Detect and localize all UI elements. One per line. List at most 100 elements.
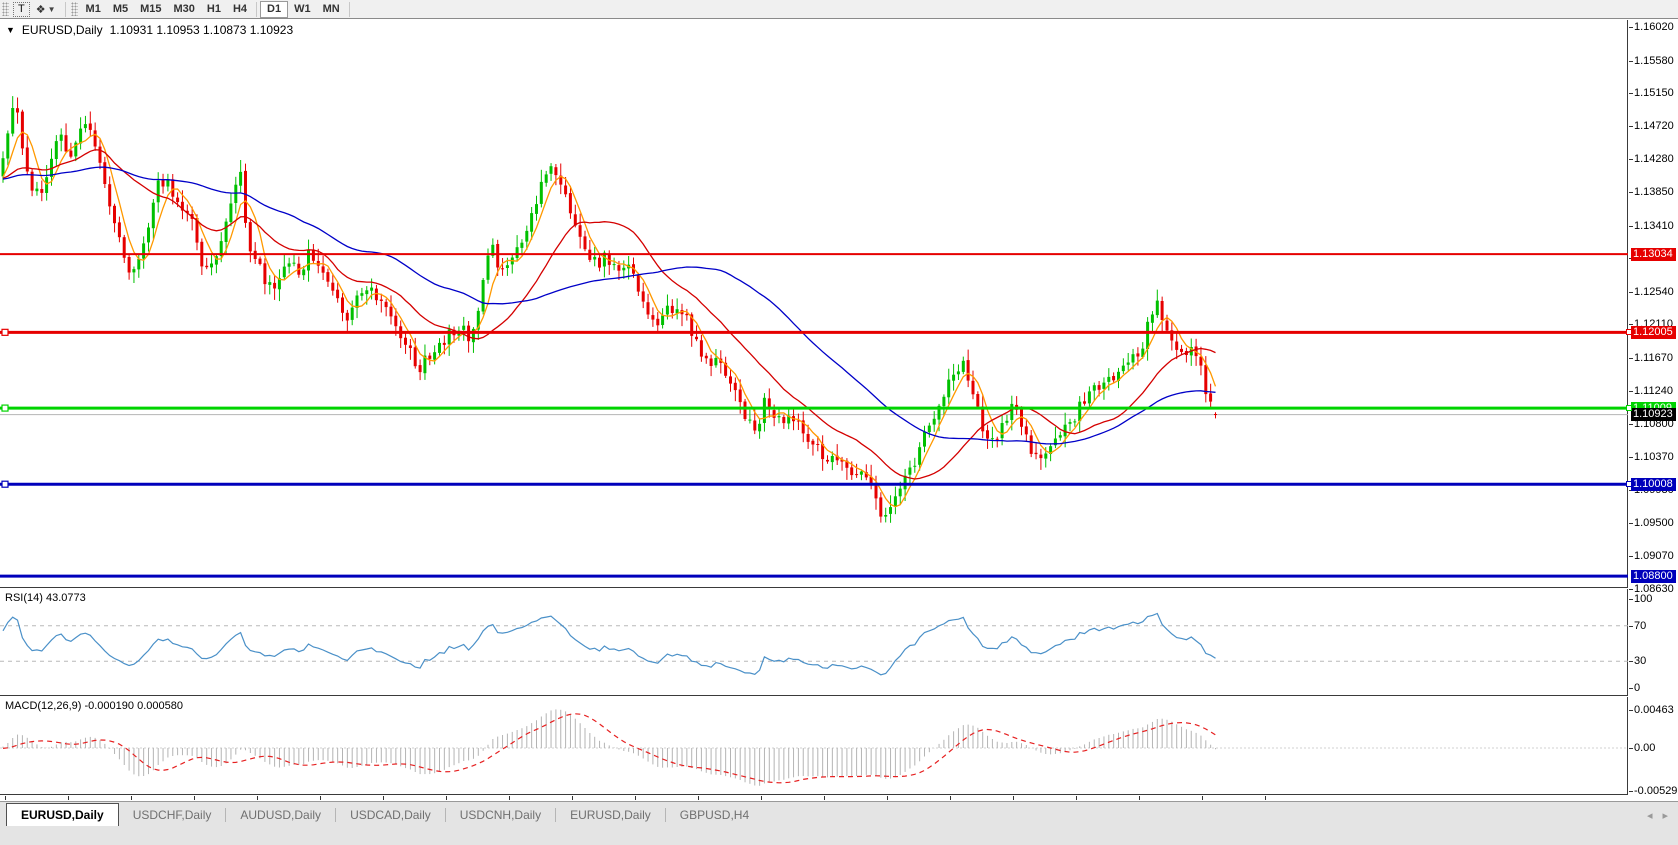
axis-tick [1629, 192, 1633, 193]
rsi-line-chart[interactable] [0, 589, 1628, 696]
date-tick [698, 796, 699, 800]
date-tick [194, 796, 195, 800]
axis-tick [1629, 61, 1633, 62]
chart-window: ▼ EURUSD,Daily 1.10931 1.10953 1.10873 1… [0, 19, 1678, 820]
price-tick-label: 1.13410 [1634, 220, 1674, 232]
level-marker[interactable] [1626, 329, 1632, 335]
date-tick [1076, 796, 1077, 800]
axis-tick [1629, 626, 1633, 627]
axis-tick [1629, 126, 1633, 127]
tab-scroll-left-icon[interactable]: ◂ [1647, 809, 1653, 822]
date-tick [1265, 796, 1266, 800]
axis-tick [1629, 292, 1633, 293]
toolbar-grip[interactable] [71, 2, 78, 16]
timeframe-button-m5[interactable]: M5 [107, 1, 134, 18]
timeframe-button-m30[interactable]: M30 [168, 1, 201, 18]
axis-tick [1629, 424, 1633, 425]
axis-tick [1629, 159, 1633, 160]
macd-tick-label: 0.00 [1634, 742, 1655, 754]
date-tick [761, 796, 762, 800]
toolbar-separator [65, 2, 66, 17]
axis-tick [1629, 523, 1633, 524]
axis-tick [1629, 391, 1633, 392]
timeframe-toolbar: T ❖ ▼ M1M5M15M30H1H4 D1W1MN [0, 0, 1678, 19]
axis-tick [1629, 791, 1633, 792]
axis-tick [1629, 556, 1633, 557]
price-axis[interactable]: 1.160201.155801.151501.147201.142801.138… [1629, 20, 1678, 795]
date-tick [257, 796, 258, 800]
timeframe-button-h1[interactable]: H1 [201, 1, 227, 18]
date-tick [1013, 796, 1014, 800]
chevron-down-icon: ▼ [48, 5, 56, 14]
axis-tick [1629, 710, 1633, 711]
date-tick [950, 796, 951, 800]
axis-tick [1629, 589, 1633, 590]
cursor-tool-icon: ❖ [36, 3, 46, 16]
timeframe-buttons: M1M5M15M30H1H4 D1W1MN [80, 1, 353, 18]
axis-tick [1629, 688, 1633, 689]
date-tick [1202, 796, 1203, 800]
rsi-tick-label: 100 [1634, 593, 1652, 605]
level-price-label: 1.08800 [1631, 570, 1676, 583]
chart-tab-gbpusd-h4[interactable]: GBPUSD,H4 [666, 803, 763, 826]
chart-tab-eurusd-daily[interactable]: EURUSD,Daily [556, 803, 665, 826]
axis-tick [1629, 226, 1633, 227]
chart-symbol-label: EURUSD,Daily [22, 23, 103, 37]
chart-tab-bar: EURUSD,DailyUSDCHF,DailyAUDUSD,DailyUSDC… [0, 801, 1678, 845]
date-tick [320, 796, 321, 800]
timeframe-button-mn[interactable]: MN [317, 1, 346, 18]
timeframe-button-m1[interactable]: M1 [80, 1, 107, 18]
cursor-tool-button[interactable]: ❖ ▼ [30, 1, 62, 18]
level-marker[interactable] [1626, 405, 1632, 411]
toolbar-separator [349, 2, 350, 17]
timeframe-button-d1[interactable]: D1 [260, 1, 288, 18]
chart-tab-audusd-daily[interactable]: AUDUSD,Daily [226, 803, 335, 826]
toolbar-grip[interactable] [2, 2, 9, 16]
axis-tick [1629, 27, 1633, 28]
chart-tab-usdchf-daily[interactable]: USDCHF,Daily [119, 803, 226, 826]
date-tick [131, 796, 132, 800]
price-tick-label: 1.09500 [1634, 517, 1674, 529]
timeframe-button-w1[interactable]: W1 [288, 1, 317, 18]
chart-tab-eurusd-daily[interactable]: EURUSD,Daily [6, 803, 119, 826]
price-tick-label: 1.09070 [1634, 550, 1674, 562]
price-tick-label: 1.15150 [1634, 87, 1674, 99]
chart-ohlc-values: 1.10931 1.10953 1.10873 1.10923 [110, 23, 294, 37]
date-tick [446, 796, 447, 800]
current-price-label: 1.10923 [1631, 408, 1676, 421]
rsi-label: RSI(14) 43.0773 [5, 592, 86, 604]
level-marker[interactable] [1626, 481, 1632, 487]
chart-tab-usdcad-daily[interactable]: USDCAD,Daily [336, 803, 445, 826]
price-chart-pane[interactable] [0, 20, 1628, 588]
chart-tab-usdcnh-daily[interactable]: USDCNH,Daily [446, 803, 555, 826]
axis-tick [1629, 457, 1633, 458]
macd-indicator-pane[interactable]: MACD(12,26,9) -0.000190 0.000580 [0, 697, 1628, 795]
rsi-indicator-pane[interactable]: RSI(14) 43.0773 [0, 589, 1628, 696]
date-tick [635, 796, 636, 800]
macd-histogram-chart[interactable] [0, 697, 1628, 795]
date-tick [572, 796, 573, 800]
candlestick-chart[interactable] [0, 20, 1628, 588]
timeframe-button-h4[interactable]: H4 [227, 1, 253, 18]
symbol-dropdown-icon[interactable]: ▼ [6, 25, 15, 35]
price-tick-label: 1.10370 [1634, 451, 1674, 463]
price-tick-label: 1.15580 [1634, 55, 1674, 67]
date-tick [509, 796, 510, 800]
date-tick [5, 796, 6, 800]
axis-tick [1629, 93, 1633, 94]
tab-scroll-right-icon[interactable]: ▸ [1662, 809, 1668, 822]
price-tick-label: 1.12540 [1634, 286, 1674, 298]
axis-tick [1629, 661, 1633, 662]
price-tick-label: 1.14280 [1634, 153, 1674, 165]
macd-label: MACD(12,26,9) -0.000190 0.000580 [5, 700, 183, 712]
timeframe-button-m15[interactable]: M15 [134, 1, 167, 18]
text-tool-button[interactable]: T [13, 2, 30, 17]
level-price-label: 1.12005 [1631, 326, 1676, 339]
trading-app-window: T ❖ ▼ M1M5M15M30H1H4 D1W1MN ▼ EURUSD,Dail… [0, 0, 1678, 845]
price-tick-label: 1.14720 [1634, 120, 1674, 132]
toolbar-separator [256, 2, 257, 17]
axis-tick [1629, 599, 1633, 600]
date-tick [1139, 796, 1140, 800]
price-tick-label: 1.11240 [1634, 385, 1673, 397]
date-tick [824, 796, 825, 800]
